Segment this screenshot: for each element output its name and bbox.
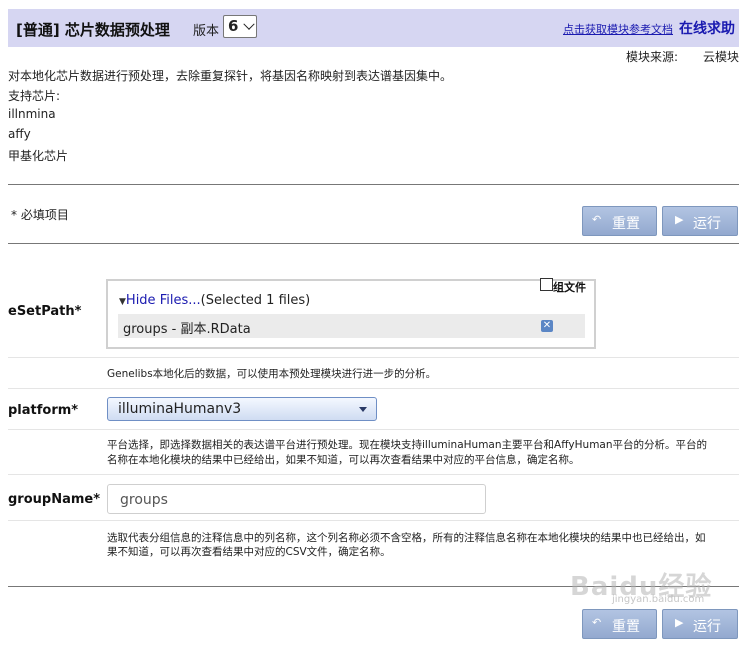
module-source-value: 云模块 (703, 50, 740, 64)
module-source-label: 模块来源: (626, 50, 679, 64)
row-divider (8, 474, 739, 475)
selected-count: (Selected 1 files) (200, 293, 311, 308)
description-line: 对本地化芯片数据进行预处理，去除重复探针，将基因名称映射到表达谱基因集中。 (8, 69, 453, 83)
group-files-label: 组文件 (553, 281, 586, 294)
description-line: affy (8, 127, 31, 141)
triangle-down-icon: ▼ (119, 297, 126, 307)
platform-selected-value: illuminaHumanv3 (118, 401, 242, 417)
chevron-down-icon (359, 407, 367, 412)
groupname-input[interactable]: groups (107, 484, 486, 514)
groupname-label: groupName* (8, 492, 101, 507)
esetpath-help: Genelibs本地化后的数据，可以使用本预处理模块进行进一步的分析。 (107, 368, 437, 380)
groupname-value: groups (120, 492, 168, 508)
run-button[interactable]: ▶ 运行 (662, 206, 738, 236)
version-select[interactable]: 6 (223, 15, 257, 38)
online-help-link[interactable]: 在线求助 (679, 18, 735, 38)
platform-help-line: 平台选择，即选择数据相关的表达谱平台进行预处理。现在模块支持illuminaHu… (107, 439, 708, 451)
play-icon: ▶ (675, 616, 684, 629)
reset-button[interactable]: ↶ 重置 (582, 206, 657, 236)
description-line: 支持芯片: (8, 89, 61, 103)
run-button-bottom[interactable]: ▶ 运行 (662, 609, 738, 639)
row-divider (8, 388, 739, 389)
version-label: 版本 (193, 24, 220, 39)
groupname-help-line: 果不知道，可以再次查看结果中对应的CSV文件，确定名称。 (107, 546, 391, 558)
hide-files-toggle[interactable]: ▼Hide Files...(Selected 1 files) (119, 293, 310, 308)
reset-button-bottom[interactable]: ↶ 重置 (582, 609, 657, 639)
row-divider (8, 429, 739, 430)
reset-button-label: 重置 (612, 216, 640, 232)
description-line: illnmina (8, 107, 56, 121)
baidu-watermark-url: jingyan.baidu.com (612, 594, 705, 605)
run-button-label: 运行 (693, 216, 721, 232)
reference-doc-link[interactable]: 点击获取模块参考文档 (563, 21, 673, 37)
platform-select[interactable]: illuminaHumanv3 (107, 397, 377, 421)
description-line: 甲基化芯片 (8, 149, 69, 163)
run-button-label: 运行 (693, 619, 721, 635)
row-divider (8, 520, 739, 521)
platform-label: platform* (8, 403, 79, 418)
required-note: * 必填项目 (11, 208, 69, 222)
file-name: groups - 副本.RData (123, 322, 251, 337)
play-icon: ▶ (675, 213, 684, 226)
divider (8, 184, 739, 185)
row-divider (8, 357, 739, 358)
remove-file-icon[interactable]: ✕ (541, 320, 553, 332)
reset-icon: ↶ (592, 616, 602, 629)
reset-button-label: 重置 (612, 619, 640, 635)
groupname-help-line: 选取代表分组信息的注释信息中的列名称，这个列名称必须不含空格，所有的注释信息名称… (107, 532, 706, 544)
chevron-down-icon (243, 18, 255, 30)
reset-icon: ↶ (592, 213, 602, 226)
platform-help-line: 名称在本地化模块的结果中已经给出，如果不知道，可以再次查看结果中对应的平台信息，… (107, 454, 580, 466)
esetpath-label: eSetPath* (8, 304, 82, 319)
group-files-checkbox[interactable] (540, 278, 553, 291)
divider (8, 243, 739, 244)
hide-files-link[interactable]: Hide Files... (126, 293, 201, 308)
version-value: 6 (228, 17, 239, 35)
module-header: [普通] 芯片数据预处理 版本 6 点击获取模块参考文档 在线求助 (8, 9, 739, 47)
module-title: [普通] 芯片数据预处理 (16, 21, 170, 39)
